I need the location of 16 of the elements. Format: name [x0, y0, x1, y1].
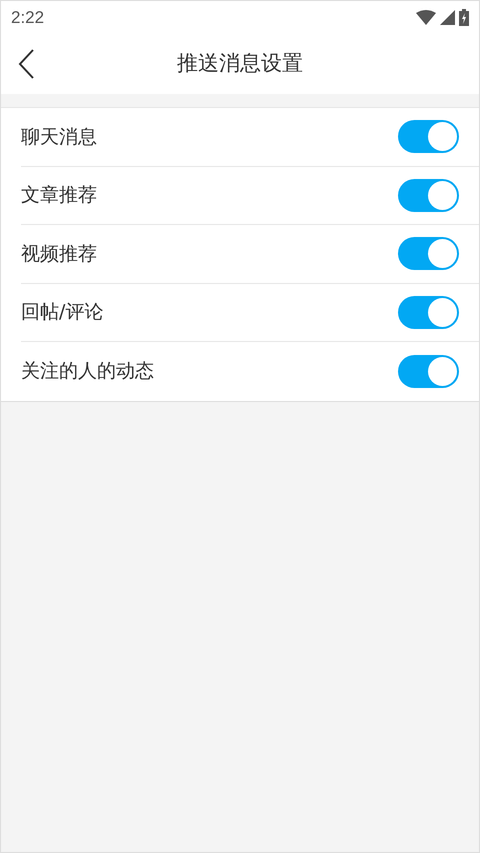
setting-label: 文章推荐 [21, 183, 97, 208]
setting-label: 聊天消息 [21, 124, 97, 150]
status-time: 2:22 [11, 6, 44, 29]
toggle-switch[interactable] [398, 178, 459, 212]
toggle-switch[interactable] [398, 237, 459, 270]
page-title: 推送消息设置 [177, 50, 303, 78]
wifi-icon [416, 10, 436, 25]
toggle-switch[interactable] [398, 120, 459, 154]
battery-icon [459, 9, 469, 26]
setting-label: 视频推荐 [21, 242, 97, 266]
back-icon[interactable] [17, 48, 35, 80]
toggle-switch[interactable] [398, 354, 459, 388]
setting-label: 回帖/评论 [21, 300, 104, 325]
toggle-switch[interactable] [398, 296, 459, 329]
signal-icon [440, 10, 455, 25]
setting-label: 关注的人的动态 [21, 359, 154, 384]
